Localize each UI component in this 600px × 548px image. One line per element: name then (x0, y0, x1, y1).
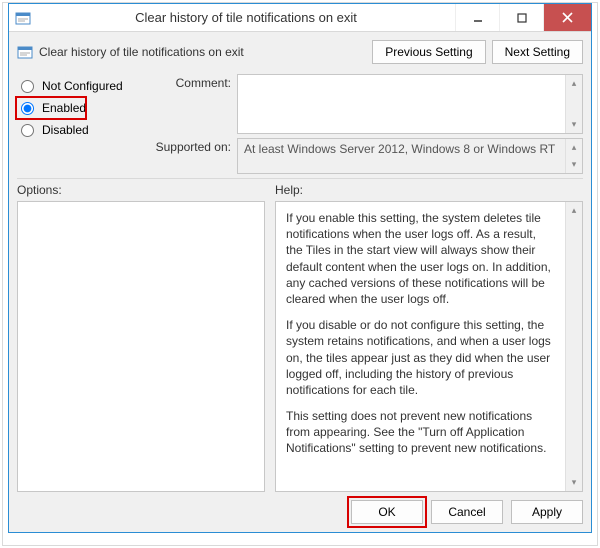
help-label: Help: (275, 183, 583, 197)
window-controls (455, 4, 591, 31)
next-setting-button[interactable]: Next Setting (492, 40, 583, 64)
supported-label: Supported on: (147, 138, 231, 154)
help-p1: If you enable this setting, the system d… (286, 210, 555, 307)
window: Clear history of tile notifications on e… (8, 3, 592, 533)
titlebar: Clear history of tile notifications on e… (9, 4, 591, 32)
cancel-button[interactable]: Cancel (431, 500, 503, 524)
help-text: If you enable this setting, the system d… (276, 202, 565, 491)
help-p2: If you disable or do not configure this … (286, 317, 555, 398)
help-scrollbar[interactable]: ▴ ▾ (565, 202, 582, 491)
outer-frame: Clear history of tile notifications on e… (2, 2, 598, 546)
radio-disabled-label: Disabled (42, 123, 89, 137)
options-label: Options: (17, 183, 265, 197)
close-button[interactable] (543, 4, 591, 31)
scroll-down-icon[interactable]: ▾ (566, 116, 582, 133)
content-area: Clear history of tile notifications on e… (9, 32, 591, 532)
window-title: Clear history of tile notifications on e… (37, 4, 455, 31)
policy-icon (17, 44, 33, 60)
window-icon (9, 4, 37, 31)
apply-button[interactable]: Apply (511, 500, 583, 524)
radio-group: Not Configured Enabled Disabled (17, 74, 139, 174)
supported-box: At least Windows Server 2012, Windows 8 … (237, 138, 583, 174)
comment-row: Comment: ▴ ▾ (147, 74, 583, 134)
supported-scrollbar[interactable]: ▴ ▾ (565, 139, 582, 173)
form-column: Comment: ▴ ▾ Supported on: At least Wind… (147, 74, 583, 174)
options-box (17, 201, 265, 492)
supported-text: At least Windows Server 2012, Windows 8 … (238, 139, 565, 159)
radio-not-configured-label: Not Configured (42, 79, 123, 93)
help-box: If you enable this setting, the system d… (275, 201, 583, 492)
help-p3: This setting does not prevent new notifi… (286, 408, 555, 457)
supported-row: Supported on: At least Windows Server 20… (147, 138, 583, 174)
scroll-down-icon[interactable]: ▾ (566, 474, 582, 491)
radio-disabled[interactable]: Disabled (17, 120, 139, 140)
previous-setting-button[interactable]: Previous Setting (372, 40, 485, 64)
scroll-down-icon[interactable]: ▾ (566, 156, 582, 173)
radio-enabled-label: Enabled (42, 101, 86, 115)
radio-not-configured[interactable]: Not Configured (17, 76, 139, 96)
radio-enabled-input[interactable] (21, 102, 34, 115)
button-row: OK Cancel Apply (17, 496, 583, 524)
comment-scrollbar[interactable]: ▴ ▾ (565, 75, 582, 133)
comment-textarea[interactable] (238, 75, 565, 133)
comment-label: Comment: (147, 74, 231, 90)
maximize-button[interactable] (499, 4, 543, 31)
minimize-button[interactable] (455, 4, 499, 31)
radio-disabled-input[interactable] (21, 124, 34, 137)
header-text: Clear history of tile notifications on e… (39, 45, 366, 59)
help-column: Help: If you enable this setting, the sy… (275, 183, 583, 492)
main-row: Options: Help: If you enable this settin… (17, 183, 583, 492)
radio-enabled[interactable]: Enabled (17, 98, 85, 118)
config-row: Not Configured Enabled Disabled Comment: (17, 74, 583, 179)
comment-box: ▴ ▾ (237, 74, 583, 134)
scroll-up-icon[interactable]: ▴ (566, 202, 582, 219)
scroll-up-icon[interactable]: ▴ (566, 75, 582, 92)
radio-not-configured-input[interactable] (21, 80, 34, 93)
header-row: Clear history of tile notifications on e… (17, 38, 583, 70)
scroll-up-icon[interactable]: ▴ (566, 139, 582, 156)
ok-button[interactable]: OK (351, 500, 423, 524)
options-column: Options: (17, 183, 265, 492)
